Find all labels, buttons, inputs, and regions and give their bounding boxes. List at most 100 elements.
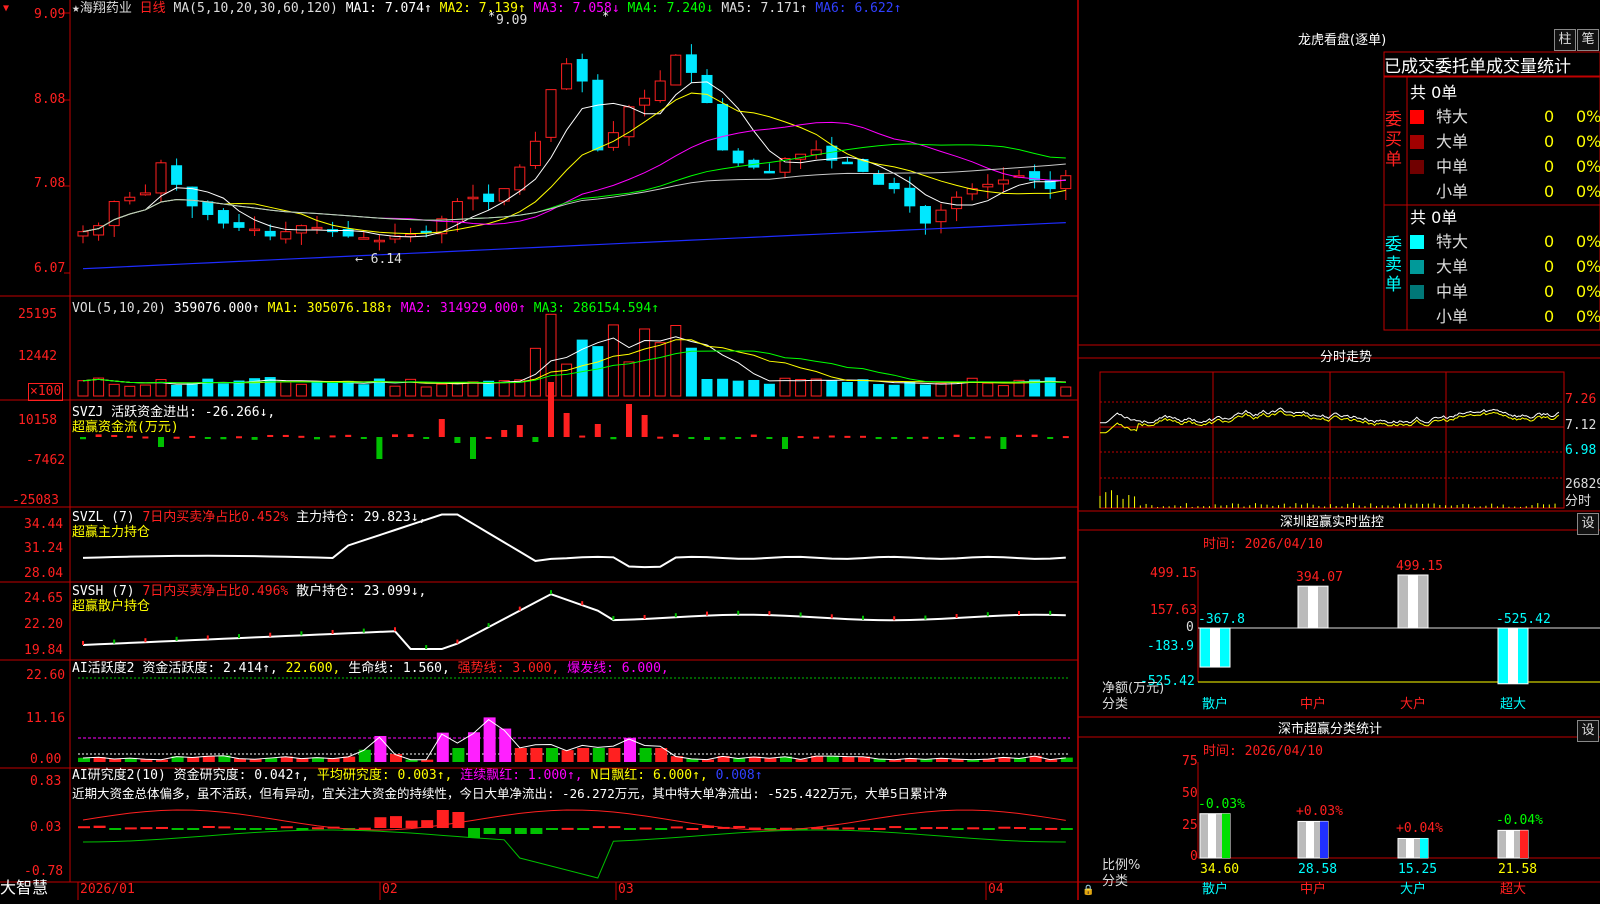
bar-view-button[interactable]: 柱 [1554,29,1576,51]
fund-flow-bar [80,437,86,440]
net-flow-value: -525.42 [1496,612,1551,627]
research-bar [390,816,402,828]
ma-line [82,81,1066,238]
research-bar [187,828,200,830]
svzl-params[interactable]: SVZL (7) [72,510,135,525]
fund-flow-bar [267,434,274,437]
research-bar [936,826,948,829]
classify-tick: 0 [1190,849,1198,864]
svzj-tick: -25083 [12,493,59,508]
retail-tick [955,614,958,619]
ai-activity-value: 资金活跃度: 2.414↑, [142,661,278,676]
fund-flow-bar [1000,437,1007,449]
candle-body [264,230,276,237]
ma-line [82,143,1066,233]
svsh-params[interactable]: SVSH (7) [72,584,135,599]
fund-flow-bar [828,435,835,438]
volume-ma-line [82,339,1066,384]
ai-research-name[interactable]: AI研究度2(10) [72,768,166,783]
vol-value: 359076.000↑ [173,301,260,316]
research-bar [171,828,184,830]
research-bar [312,827,324,830]
candle-body [139,192,151,196]
ai-activity-name[interactable]: AI活跃度2 [72,661,134,676]
fund-flow-bar [1062,436,1069,439]
ai-burst-line: 爆发线: 6.000, [567,661,669,676]
research-bar [655,828,668,830]
sell-row-pct: 0% [1576,232,1600,251]
volume-bar [701,378,713,397]
candle-body [763,170,775,174]
candle-body [280,231,292,240]
stock-name[interactable]: ★海翔药业 [72,1,132,16]
candle-body [951,196,963,210]
volume-bar [654,342,666,397]
vol-params[interactable]: VOL(5,10,20) [72,301,166,316]
research-bar [624,828,636,830]
ratio-value: 15.25 [1398,862,1438,877]
sell-row-count: 0 [1544,257,1555,276]
ratio-bar-highlight [1406,838,1414,858]
fund-flow-bar [657,436,664,439]
monitor-settings-button[interactable]: 设 [1577,513,1599,535]
volume-bar [233,380,245,397]
ai-life-line: 生命线: 1.560, [348,661,450,676]
candle-body [373,239,385,243]
research-bar [639,827,652,830]
ai1-tick: 0.00 [30,752,62,767]
volume-bar [935,382,947,397]
research-bar [842,827,855,830]
vol-tick: 12442 [18,349,58,364]
ratio-value: 28.58 [1298,862,1338,877]
ai-activity-max: 22.600, [285,661,341,676]
fund-flow-bar [251,437,258,440]
svsh-tick: 19.84 [24,643,64,658]
retail-tick [924,615,927,620]
monitor-axis-label: 净额(万元) [1102,681,1165,696]
intraday-tick: 7.12 [1565,418,1597,433]
fund-flow-bar [844,435,851,438]
fund-flow-bar [438,419,445,437]
volume-bar [904,381,916,397]
candle-body [77,231,89,237]
candle-body [904,187,916,207]
volume-bar [467,381,479,397]
intraday-title[interactable]: 分时走势 [1320,350,1372,366]
tick-view-button[interactable]: 笔 [1577,29,1599,51]
sell-row-name: 中单 [1436,282,1469,301]
volume-bar [685,347,697,397]
chart-canvas[interactable]: * * [0,0,1600,900]
research-bar [670,826,683,829]
fund-flow-bar [610,437,617,440]
research-bar [124,827,137,830]
activity-bar [452,748,465,762]
buy-row-name: 小单 [1436,182,1469,201]
activity-bar-burst [468,732,480,748]
svzl-tick: 31.24 [24,541,64,556]
retail-tick [394,627,396,632]
monitor-title: 深圳超赢实时监控 [1280,515,1385,530]
buy-total: 共 0单 [1410,83,1458,102]
lock-icon[interactable]: 🔒 [1082,883,1094,899]
candle-body [124,196,136,202]
retail-tick [425,645,428,650]
research-bar [951,828,964,830]
research-bar [592,826,605,829]
net-flow-bar-highlight [1408,575,1418,628]
net-flow-value: -367.8 [1198,612,1245,627]
ratio-bar-color [1222,813,1230,858]
buy-row-count: 0 [1544,182,1555,201]
svzj-header[interactable]: SVZJ 活跃资金进出: -26.266↓, [72,405,275,421]
period-label[interactable]: 日线 [140,1,166,16]
lhb-title: 龙虎看盘(逐单) [1298,33,1387,48]
retail-tick [1018,610,1020,615]
net-flow-bar-highlight [1210,628,1220,668]
classify-settings-button[interactable]: 设 [1577,720,1599,742]
fund-flow-bar [204,437,211,439]
buy-row-pct: 0% [1576,182,1600,201]
fund-flow-bar [516,425,523,437]
menu-icon[interactable]: ▼ [3,1,9,17]
candle-body [592,79,604,151]
monitor-tick: 499.15 [1150,566,1197,581]
ratio-category: 大户 [1400,882,1427,897]
